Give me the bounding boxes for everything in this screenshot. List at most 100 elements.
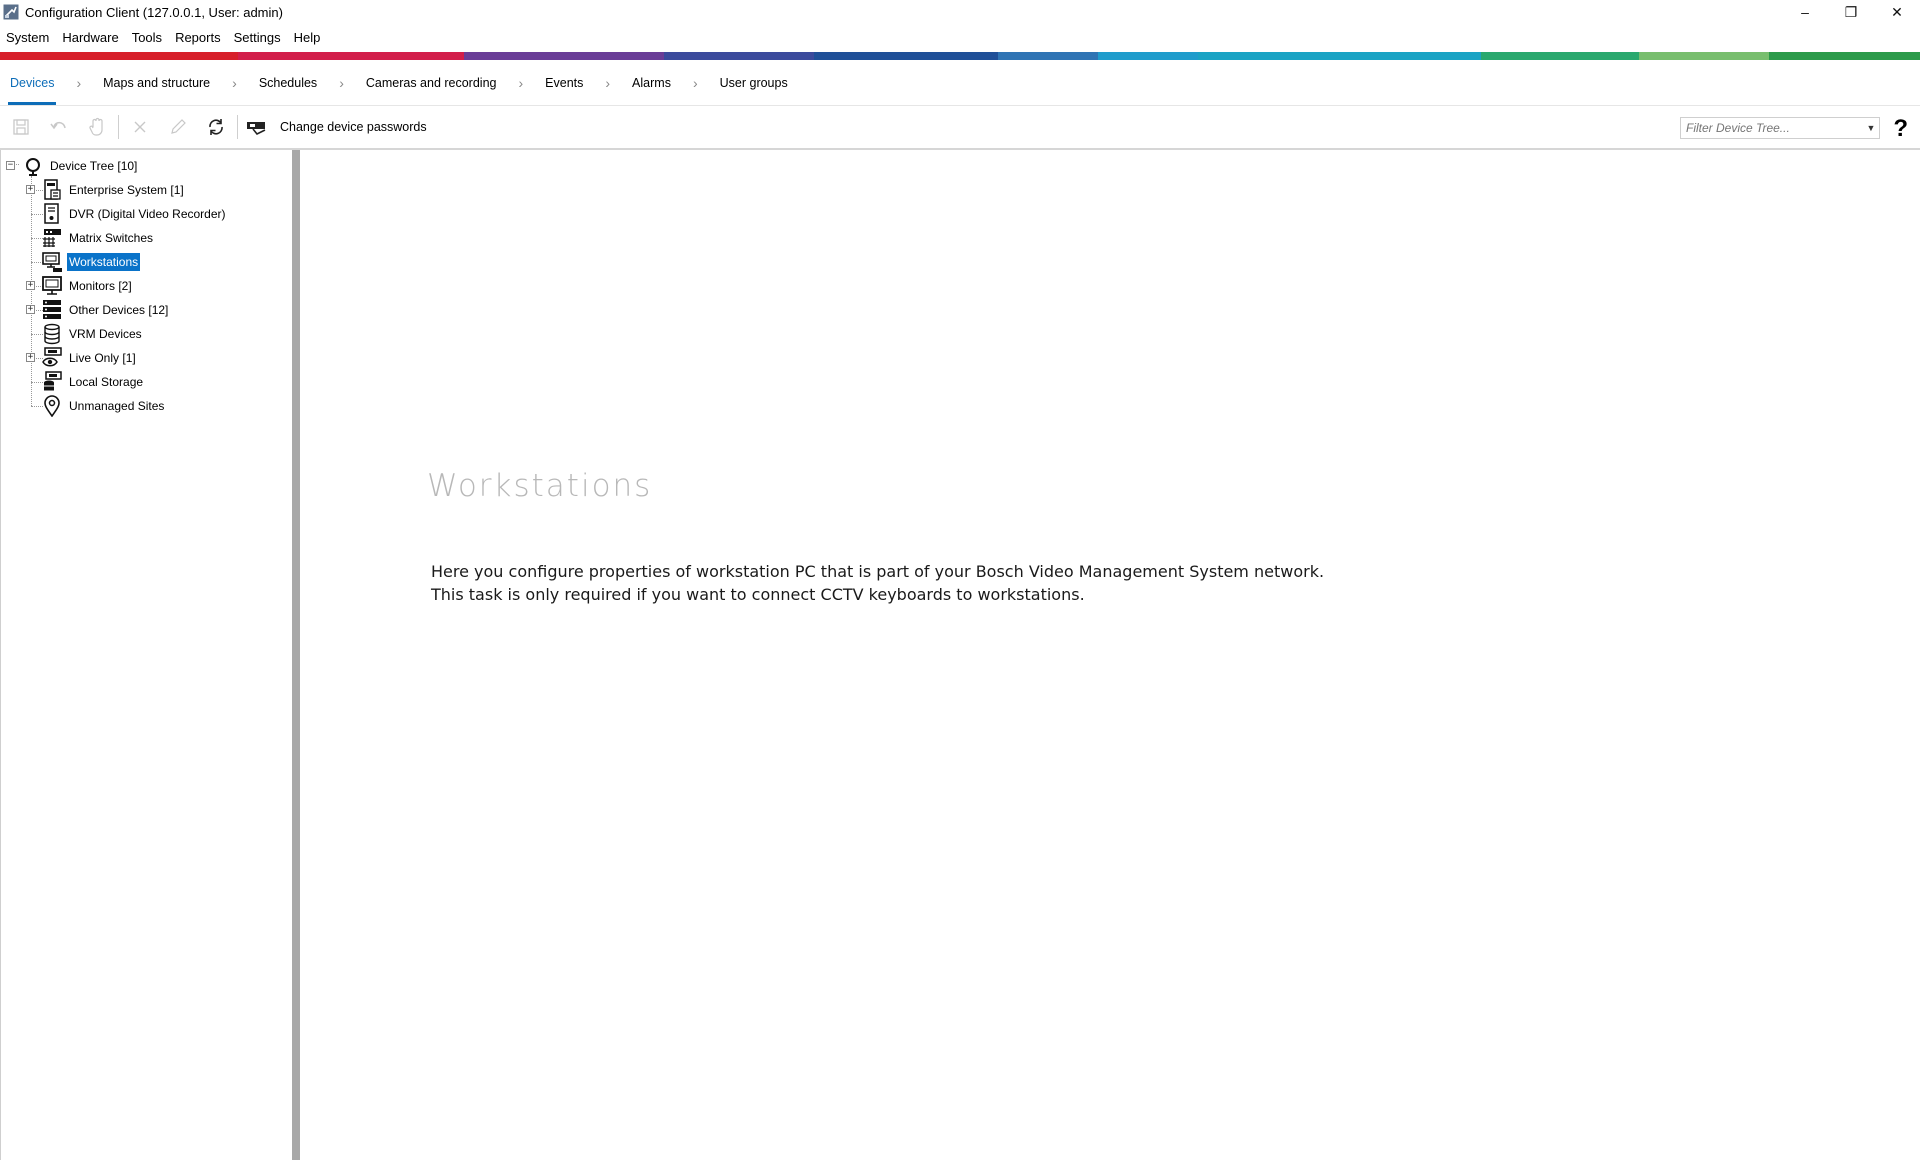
menu-system[interactable]: System <box>0 30 56 45</box>
change-passwords-label[interactable]: Change device passwords <box>280 120 427 134</box>
vrm-devices-icon <box>41 323 63 345</box>
tree-item-label[interactable]: Enterprise System [1] <box>67 181 186 199</box>
tree-item-label[interactable]: Matrix Switches <box>67 229 155 247</box>
tree-item-label[interactable]: VRM Devices <box>67 325 144 343</box>
device-tree: − Device Tree [10] + Enterprise System [1… <box>1 150 292 417</box>
enterprise-system-icon <box>41 179 63 201</box>
help-icon[interactable]: ? <box>1893 115 1908 143</box>
menu-settings[interactable]: Settings <box>228 30 288 45</box>
tree-item-label[interactable]: DVR (Digital Video Recorder) <box>67 205 228 223</box>
description-line-1: Here you configure properties of worksta… <box>431 562 1325 581</box>
expand-icon[interactable]: + <box>26 305 35 314</box>
stripe-segment <box>1198 52 1481 60</box>
tab-schedules[interactable]: Schedules <box>249 60 327 105</box>
tab-separator-icon: › <box>692 74 698 91</box>
workstation-icon <box>41 251 63 273</box>
tree-item-enterprise-system[interactable]: + Enterprise System [1] <box>1 178 291 202</box>
tree-item-dvr-digital-video-recorder[interactable]: DVR (Digital Video Recorder) <box>1 202 291 226</box>
tree-item-monitors[interactable]: + Monitors [2] <box>1 274 291 298</box>
tab-devices[interactable]: Devices <box>0 60 64 105</box>
tab-separator-icon: › <box>232 74 237 91</box>
tree-item-workstations[interactable]: Workstations <box>1 250 291 274</box>
stripe-segment <box>1769 52 1920 60</box>
toolbar: Change device passwords ▼ ? <box>0 106 1920 150</box>
tree-item-live-only[interactable]: + Live Only [1] <box>1 346 291 370</box>
stripe-segment <box>814 52 998 60</box>
menu-reports[interactable]: Reports <box>169 30 228 45</box>
stripe-segment <box>998 52 1098 60</box>
tree-root[interactable]: − Device Tree [10] <box>1 154 291 178</box>
tree-item-label[interactable]: Unmanaged Sites <box>67 397 166 415</box>
tree-item-label[interactable]: Monitors [2] <box>67 277 134 295</box>
tab-cameras-and-recording[interactable]: Cameras and recording <box>356 60 507 105</box>
tree-item-label[interactable]: Workstations <box>67 253 141 271</box>
tree-item-label[interactable]: Local Storage <box>67 373 145 391</box>
main-content: Workstations Here you configure properti… <box>308 150 1920 1160</box>
refresh-button[interactable] <box>197 112 235 142</box>
change-passwords-button[interactable] <box>240 112 274 142</box>
stripe-segment <box>1098 52 1198 60</box>
filter-device-tree-input[interactable] <box>1681 118 1863 138</box>
toolbar-divider <box>118 115 119 139</box>
title-bar: Configuration Client (127.0.0.1, User: a… <box>0 0 1920 24</box>
tab-alarms[interactable]: Alarms <box>622 60 681 105</box>
tab-separator-icon: › <box>605 74 611 91</box>
stripe-segment <box>0 52 238 60</box>
menu-help[interactable]: Help <box>288 30 328 45</box>
undo-icon <box>50 121 66 130</box>
save-icon <box>13 119 29 135</box>
workflow-tabs: Devices › Maps and structure › Schedules… <box>0 60 1920 106</box>
collapse-icon[interactable]: − <box>6 161 15 170</box>
stripe-segment <box>1481 52 1639 60</box>
live-only-icon <box>41 347 63 369</box>
save-button[interactable] <box>2 112 40 142</box>
undo-button[interactable] <box>40 112 78 142</box>
menu-bar: System Hardware Tools Reports Settings H… <box>0 27 327 47</box>
close-button[interactable]: ✕ <box>1874 0 1920 24</box>
tree-root-label[interactable]: Device Tree [10] <box>48 157 139 175</box>
expand-icon[interactable]: + <box>26 185 35 194</box>
minimize-button[interactable]: – <box>1782 0 1828 24</box>
app-icon <box>3 4 19 20</box>
expand-icon[interactable]: + <box>26 353 35 362</box>
brand-color-stripe <box>0 52 1920 60</box>
dvr-icon <box>41 203 63 225</box>
filter-device-tree[interactable]: ▼ <box>1680 117 1880 139</box>
chevron-down-icon[interactable]: ▼ <box>1863 123 1879 133</box>
device-tree-panel: − Device Tree [10] + Enterprise System [1… <box>0 150 300 1160</box>
tree-item-unmanaged-sites[interactable]: Unmanaged Sites <box>1 394 291 418</box>
device-tree-root-icon <box>22 155 44 177</box>
expand-icon[interactable]: + <box>26 281 35 290</box>
restore-button[interactable]: ❐ <box>1828 0 1874 24</box>
stripe-segment <box>464 52 664 60</box>
monitor-icon <box>41 275 63 297</box>
delete-icon <box>134 121 146 133</box>
delete-button[interactable] <box>121 112 159 142</box>
tree-item-other-devices[interactable]: + Other Devices [12] <box>1 298 291 322</box>
stripe-segment <box>664 52 814 60</box>
stripe-segment <box>1639 52 1769 60</box>
local-storage-icon <box>41 371 63 393</box>
activate-button[interactable] <box>78 112 116 142</box>
tab-separator-icon: › <box>339 74 344 91</box>
hand-icon <box>89 117 103 136</box>
device-key-icon <box>247 122 266 136</box>
description-line-2: This task is only required if you want t… <box>431 585 1085 604</box>
edit-button[interactable] <box>159 112 197 142</box>
stripe-segment <box>238 52 464 60</box>
tree-item-local-storage[interactable]: Local Storage <box>1 370 291 394</box>
tree-item-vrm-devices[interactable]: VRM Devices <box>1 322 291 346</box>
tree-item-label[interactable]: Other Devices [12] <box>67 301 170 319</box>
menu-hardware[interactable]: Hardware <box>56 30 125 45</box>
tab-maps-and-structure[interactable]: Maps and structure <box>93 60 220 105</box>
unmanaged-sites-icon <box>41 395 63 417</box>
menu-tools[interactable]: Tools <box>126 30 169 45</box>
matrix-switch-icon <box>41 227 63 249</box>
pencil-icon <box>171 119 186 134</box>
tree-item-matrix-switches[interactable]: Matrix Switches <box>1 226 291 250</box>
tab-user-groups[interactable]: User groups <box>710 60 798 105</box>
tab-events[interactable]: Events <box>535 60 593 105</box>
tree-item-label[interactable]: Live Only [1] <box>67 349 138 367</box>
refresh-icon <box>209 119 223 135</box>
other-devices-icon <box>41 299 63 321</box>
